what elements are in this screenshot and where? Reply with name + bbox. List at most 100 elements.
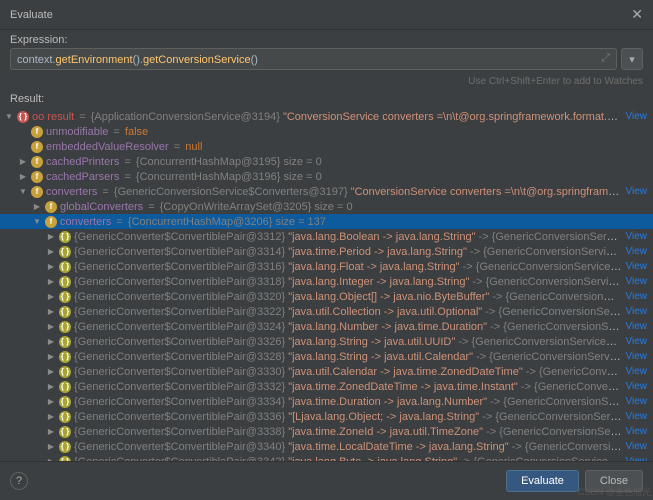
tree-row[interactable]: { }{GenericConverter$ConvertiblePair@331… (0, 259, 653, 274)
expand-arrow-icon[interactable] (46, 412, 56, 421)
node-content: {GenericConverter$ConvertiblePair@3338} … (74, 426, 622, 438)
tree-row[interactable]: { }{GenericConverter$ConvertiblePair@333… (0, 364, 653, 379)
expand-arrow-icon[interactable] (46, 367, 56, 376)
tree-row[interactable]: fconverters = {GenericConversionService$… (0, 184, 653, 199)
expand-expression-icon[interactable]: ⤢ (601, 52, 610, 65)
expand-arrow-icon[interactable] (18, 157, 28, 166)
view-link[interactable]: View (626, 186, 648, 197)
node-icon: f (31, 141, 43, 153)
result-tree[interactable]: { }oo result = {ApplicationConversionSer… (0, 107, 653, 461)
expand-arrow-icon[interactable] (46, 307, 56, 316)
node-content: oo result = {ApplicationConversionServic… (32, 111, 622, 123)
tree-row[interactable]: fcachedParsers = {ConcurrentHashMap@3196… (0, 169, 653, 184)
titlebar: Evaluate ✕ (0, 0, 653, 30)
tree-row[interactable]: { }{GenericConverter$ConvertiblePair@333… (0, 379, 653, 394)
tree-row[interactable]: { }{GenericConverter$ConvertiblePair@334… (0, 439, 653, 454)
node-icon: { } (59, 351, 71, 363)
node-content: {GenericConverter$ConvertiblePair@3334} … (74, 396, 622, 408)
tree-row[interactable]: { }{GenericConverter$ConvertiblePair@332… (0, 319, 653, 334)
node-icon: { } (59, 261, 71, 273)
node-icon: f (31, 156, 43, 168)
expand-arrow-icon[interactable] (46, 337, 56, 346)
expand-arrow-icon[interactable] (46, 382, 56, 391)
view-link[interactable]: View (626, 426, 648, 437)
node-content: cachedPrinters = {ConcurrentHashMap@3195… (46, 156, 647, 168)
tree-row[interactable]: { }{GenericConverter$ConvertiblePair@334… (0, 454, 653, 461)
node-content: {GenericConverter$ConvertiblePair@3336} … (74, 411, 622, 423)
history-dropdown-button[interactable]: ▾ (621, 48, 643, 70)
node-icon: f (31, 186, 43, 198)
expand-arrow-icon[interactable] (46, 322, 56, 331)
expand-arrow-icon[interactable] (46, 232, 56, 241)
node-content: {GenericConverter$ConvertiblePair@3316} … (74, 261, 622, 273)
view-link[interactable]: View (626, 441, 648, 452)
node-icon: f (31, 171, 43, 183)
tree-row[interactable]: { }{GenericConverter$ConvertiblePair@332… (0, 334, 653, 349)
view-link[interactable]: View (626, 291, 648, 302)
evaluate-button[interactable]: Evaluate (506, 470, 579, 492)
node-icon: { } (59, 411, 71, 423)
expand-arrow-icon[interactable] (46, 352, 56, 361)
node-icon: { } (59, 276, 71, 288)
view-link[interactable]: View (626, 306, 648, 317)
tree-row[interactable]: fconverters = {ConcurrentHashMap@3206} s… (0, 214, 653, 229)
help-button[interactable]: ? (10, 472, 28, 490)
tree-row[interactable]: fglobalConverters = {CopyOnWriteArraySet… (0, 199, 653, 214)
expand-arrow-icon[interactable] (46, 292, 56, 301)
expand-arrow-icon[interactable] (4, 112, 14, 121)
node-icon: f (45, 216, 57, 228)
expand-arrow-icon[interactable] (46, 262, 56, 271)
tree-row[interactable]: { }{GenericConverter$ConvertiblePair@333… (0, 424, 653, 439)
hint-text: Use Ctrl+Shift+Enter to add to Watches (0, 76, 653, 91)
close-icon[interactable]: ✕ (631, 6, 643, 23)
view-link[interactable]: View (626, 366, 648, 377)
expand-arrow-icon[interactable] (18, 187, 28, 196)
expand-arrow-icon[interactable] (46, 442, 56, 451)
result-label: Result: (0, 91, 653, 107)
dialog-title: Evaluate (10, 9, 53, 21)
view-link[interactable]: View (626, 396, 648, 407)
tree-row[interactable]: { }{GenericConverter$ConvertiblePair@331… (0, 244, 653, 259)
tree-row[interactable]: fembeddedValueResolver = null (0, 139, 653, 154)
view-link[interactable]: View (626, 261, 648, 272)
view-link[interactable]: View (626, 111, 648, 122)
expand-arrow-icon[interactable] (18, 172, 28, 181)
expand-arrow-icon[interactable] (46, 397, 56, 406)
view-link[interactable]: View (626, 411, 648, 422)
node-icon: { } (59, 366, 71, 378)
tree-row[interactable]: fcachedPrinters = {ConcurrentHashMap@319… (0, 154, 653, 169)
node-content: converters = {ConcurrentHashMap@3206} si… (60, 216, 647, 228)
view-link[interactable]: View (626, 276, 648, 287)
tree-row[interactable]: { }{GenericConverter$ConvertiblePair@332… (0, 349, 653, 364)
node-content: {GenericConverter$ConvertiblePair@3314} … (74, 246, 622, 258)
tree-row[interactable]: { }{GenericConverter$ConvertiblePair@333… (0, 409, 653, 424)
tree-row[interactable]: { }oo result = {ApplicationConversionSer… (0, 109, 653, 124)
node-icon: { } (59, 381, 71, 393)
node-icon: { } (17, 111, 29, 123)
view-link[interactable]: View (626, 351, 648, 362)
view-link[interactable]: View (626, 321, 648, 332)
expression-input[interactable]: context.getEnvironment().getConversionSe… (10, 48, 617, 70)
node-content: {GenericConverter$ConvertiblePair@3320} … (74, 291, 622, 303)
view-link[interactable]: View (626, 336, 648, 347)
node-icon: { } (59, 306, 71, 318)
node-content: {GenericConverter$ConvertiblePair@3330} … (74, 366, 622, 378)
tree-row[interactable]: { }{GenericConverter$ConvertiblePair@331… (0, 229, 653, 244)
expand-arrow-icon[interactable] (32, 217, 42, 226)
tree-row[interactable]: funmodifiable = false (0, 124, 653, 139)
tree-row[interactable]: { }{GenericConverter$ConvertiblePair@332… (0, 289, 653, 304)
node-icon: { } (59, 246, 71, 258)
node-content: {GenericConverter$ConvertiblePair@3318} … (74, 276, 622, 288)
node-content: {GenericConverter$ConvertiblePair@3340} … (74, 441, 622, 453)
expand-arrow-icon[interactable] (46, 277, 56, 286)
expand-arrow-icon[interactable] (46, 247, 56, 256)
expand-arrow-icon[interactable] (46, 427, 56, 436)
view-link[interactable]: View (626, 246, 648, 257)
expand-arrow-icon[interactable] (32, 202, 42, 211)
view-link[interactable]: View (626, 231, 648, 242)
view-link[interactable]: View (626, 381, 648, 392)
node-icon: { } (59, 441, 71, 453)
tree-row[interactable]: { }{GenericConverter$ConvertiblePair@332… (0, 304, 653, 319)
tree-row[interactable]: { }{GenericConverter$ConvertiblePair@331… (0, 274, 653, 289)
tree-row[interactable]: { }{GenericConverter$ConvertiblePair@333… (0, 394, 653, 409)
